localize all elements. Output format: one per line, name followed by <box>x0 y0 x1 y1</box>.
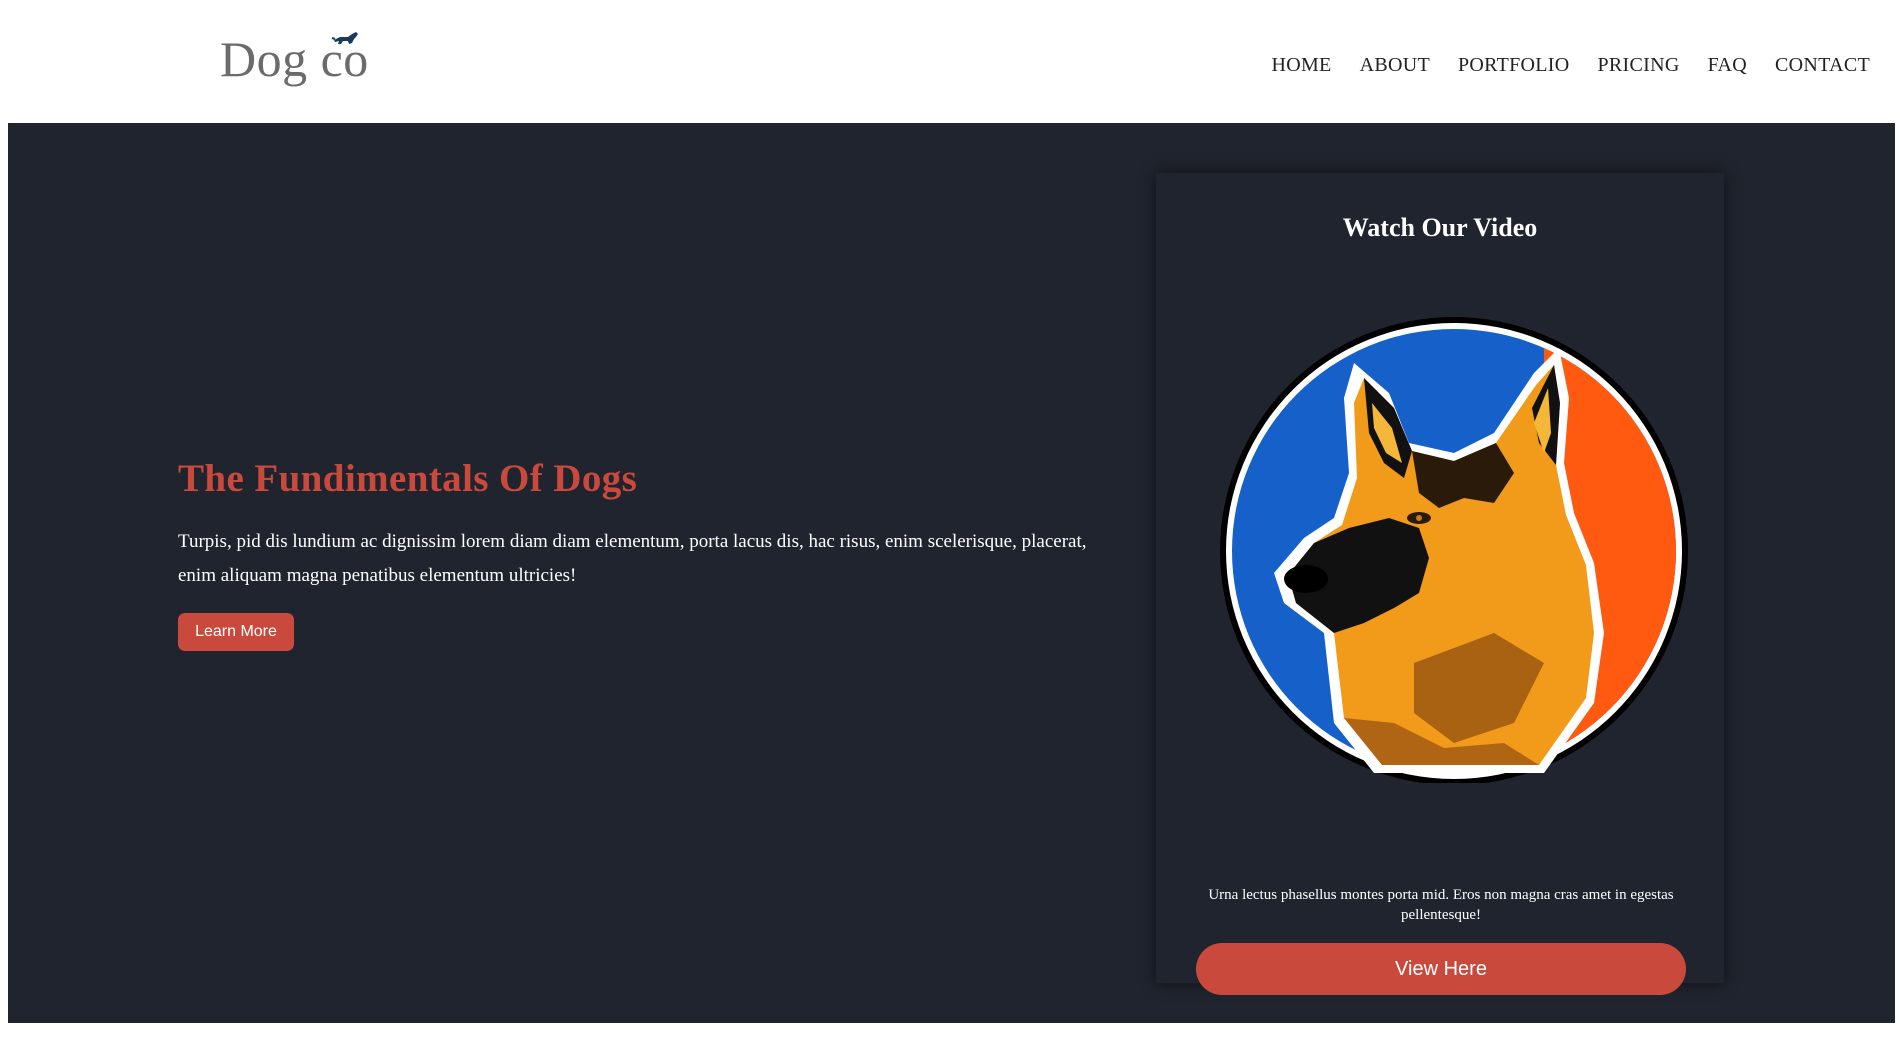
view-here-button[interactable]: View Here <box>1196 943 1686 995</box>
hero-section: The Fundimentals Of Dogs Turpis, pid dis… <box>8 123 1895 1023</box>
site-logo[interactable]: Dog co <box>220 30 369 88</box>
main-nav: HOME ABOUT PORTFOLIO PRICING FAQ CONTACT <box>1271 54 1870 77</box>
german-shepherd-logo-icon <box>1220 317 1688 783</box>
nav-pricing[interactable]: PRICING <box>1597 54 1679 77</box>
video-card: Watch Our Video Urna lectus phasellus mo… <box>1156 173 1724 995</box>
video-card-description: Urna lectus phasellus montes porta mid. … <box>1208 887 1674 923</box>
nav-contact[interactable]: CONTACT <box>1775 54 1870 77</box>
nav-portfolio[interactable]: PORTFOLIO <box>1458 54 1570 77</box>
site-header: Dog co HOME ABOUT PORTFOLIO PRICING FAQ … <box>0 0 1900 123</box>
hero-description: Turpis, pid dis lundium ac dignissim lor… <box>178 531 1087 586</box>
nav-faq[interactable]: FAQ <box>1708 54 1747 77</box>
hero-title: The Fundimentals Of Dogs <box>178 457 638 500</box>
video-card-title: Watch Our Video <box>1342 213 1538 242</box>
nav-about[interactable]: ABOUT <box>1360 54 1430 77</box>
learn-more-button[interactable]: Learn More <box>178 613 294 651</box>
nav-home[interactable]: HOME <box>1271 54 1331 77</box>
running-dog-icon <box>331 32 358 44</box>
